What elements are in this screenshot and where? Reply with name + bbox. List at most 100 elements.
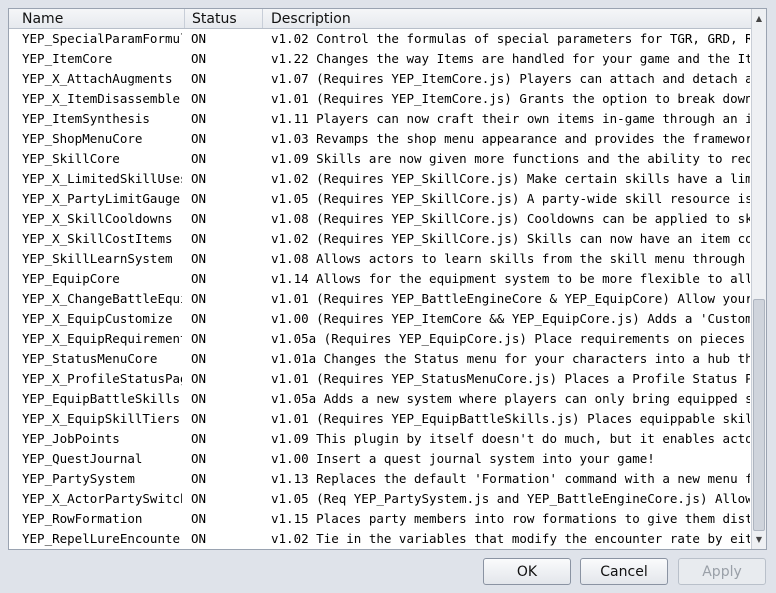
plugin-description-cell: v1.01 (Requires YEP_EquipBattleSkills.js… bbox=[271, 411, 750, 426]
plugin-status-cell: ON bbox=[191, 111, 207, 126]
plugin-status-cell: ON bbox=[191, 431, 207, 446]
plugin-description-cell: v1.08 Allows actors to learn skills from… bbox=[271, 251, 750, 266]
plugin-description-cell: v1.05a Adds a new system where players c… bbox=[271, 391, 750, 406]
plugin-name-cell: YEP_SkillCore bbox=[22, 151, 120, 166]
plugin-name-cell: YEP_X_ItemDisassemble bbox=[22, 91, 181, 106]
table-row[interactable]: YEP_SkillCore ON v1.09 Skills are now give… bbox=[9, 149, 752, 169]
table-row[interactable]: YEP_ShopMenuCore ON v1.03 Revamps the shop… bbox=[9, 129, 752, 149]
plugin-status-cell: ON bbox=[191, 531, 207, 546]
plugin-status-cell: ON bbox=[191, 91, 207, 106]
table-row[interactable]: YEP_JobPoints ON v1.09 This plugin by itse… bbox=[9, 429, 752, 449]
table-row[interactable]: YEP_PartySystem ON v1.13 Replaces the defa… bbox=[9, 469, 752, 489]
plugin-description-cell: v1.13 Replaces the default 'Formation' c… bbox=[271, 471, 750, 486]
plugin-name-cell: YEP_RepelLureEncounters bbox=[22, 531, 182, 546]
table-row[interactable]: YEP_X_EquipSkillTiers ON v1.01 (Requires Y… bbox=[9, 409, 752, 429]
table-row[interactable]: YEP_X_ActorPartySwitch ON v1.05 (Req YEP_P… bbox=[9, 489, 752, 509]
plugin-status-cell: ON bbox=[191, 211, 207, 226]
table-row[interactable]: YEP_X_SkillCostItems ON v1.02 (Requires YE… bbox=[9, 229, 752, 249]
table-row[interactable]: YEP_EquipBattleSkills ON v1.05a Adds a new… bbox=[9, 389, 752, 409]
plugin-description-cell: v1.15 Places party members into row form… bbox=[271, 511, 750, 526]
plugin-status-cell: ON bbox=[191, 231, 207, 246]
plugin-status-cell: ON bbox=[191, 511, 207, 526]
table-row[interactable]: YEP_X_ItemDisassemble ON v1.01 (Requires Y… bbox=[9, 89, 752, 109]
table-row[interactable]: YEP_X_SkillCooldowns ON v1.08 (Requires YE… bbox=[9, 209, 752, 229]
plugin-description-cell: v1.11 Players can now craft their own it… bbox=[271, 111, 750, 126]
scroll-up-arrow-icon[interactable]: ▲ bbox=[752, 11, 766, 26]
plugin-description-cell: v1.08 (Requires YEP_SkillCore.js) Cooldo… bbox=[271, 211, 750, 226]
table-row[interactable]: YEP_RowFormation ON v1.15 Places party mem… bbox=[9, 509, 752, 529]
plugin-description-cell: v1.14 Allows for the equipment system to… bbox=[271, 271, 750, 286]
table-row[interactable]: YEP_ItemCore ON v1.22 Changes the way Item… bbox=[9, 49, 752, 69]
plugin-name-cell: YEP_QuestJournal bbox=[22, 451, 143, 466]
table-row[interactable]: YEP_X_ProfileStatusPage ON v1.01 (Requires… bbox=[9, 369, 752, 389]
plugin-description-cell: v1.05a (Requires YEP_EquipCore.js) Place… bbox=[271, 331, 750, 346]
plugin-name-cell: YEP_X_AttachAugments bbox=[22, 71, 173, 86]
table-row[interactable]: YEP_X_AttachAugments ON v1.07 (Requires YE… bbox=[9, 69, 752, 89]
plugin-description-cell: v1.01 (Requires YEP_BattleEngineCore & Y… bbox=[271, 291, 750, 306]
scroll-down-arrow-icon[interactable]: ▼ bbox=[752, 532, 766, 547]
plugin-name-cell: YEP_X_SkillCostItems bbox=[22, 231, 173, 246]
plugin-name-cell: YEP_X_PartyLimitGauge bbox=[22, 191, 181, 206]
plugin-description-cell: v1.09 This plugin by itself doesn't do m… bbox=[271, 431, 750, 446]
table-row[interactable]: YEP_SkillLearnSystem ON v1.08 Allows actor… bbox=[9, 249, 752, 269]
table-row[interactable]: YEP_X_LimitedSkillUses ON v1.02 (Requires … bbox=[9, 169, 752, 189]
plugin-name-cell: YEP_X_SkillCooldowns bbox=[22, 211, 173, 226]
plugin-status-cell: ON bbox=[191, 191, 207, 206]
plugin-name-cell: YEP_ShopMenuCore bbox=[22, 131, 143, 146]
table-row[interactable]: YEP_EquipCore ON v1.14 Allows for the equi… bbox=[9, 269, 752, 289]
plugin-status-cell: ON bbox=[191, 271, 207, 286]
plugin-description-cell: v1.03 Revamps the shop menu appearance a… bbox=[271, 131, 750, 146]
plugin-name-cell: YEP_PartySystem bbox=[22, 471, 135, 486]
plugin-name-cell: YEP_ItemSynthesis bbox=[22, 111, 150, 126]
plugin-name-cell: YEP_StatusMenuCore bbox=[22, 351, 158, 366]
table-row[interactable]: YEP_SpecialParamFormula ON v1.02 Control t… bbox=[9, 29, 752, 49]
plugin-status-cell: ON bbox=[191, 51, 207, 66]
plugin-description-cell: v1.07 (Requires YEP_ItemCore.js) Players… bbox=[271, 71, 750, 86]
ok-button[interactable]: OK bbox=[483, 558, 571, 585]
plugin-description-cell: v1.02 (Requires YEP_SkillCore.js) Make c… bbox=[271, 171, 750, 186]
plugin-name-cell: YEP_X_EquipCustomize bbox=[22, 311, 173, 326]
apply-button[interactable]: Apply bbox=[678, 558, 766, 585]
table-row[interactable]: YEP_X_ChangeBattleEquip ON v1.01 (Requires… bbox=[9, 289, 752, 309]
plugin-name-cell: YEP_X_ProfileStatusPage bbox=[22, 371, 182, 386]
plugin-name-cell: YEP_RowFormation bbox=[22, 511, 143, 526]
table-row[interactable]: YEP_StatusMenuCore ON v1.01a Changes the S… bbox=[9, 349, 752, 369]
table-row[interactable]: YEP_X_EquipCustomize ON v1.00 (Requires YE… bbox=[9, 309, 752, 329]
table-row[interactable]: YEP_RepelLureEncounters ON v1.02 Tie in th… bbox=[9, 529, 752, 549]
table-body: YEP_SpecialParamFormula ON v1.02 Control t… bbox=[9, 29, 752, 549]
plugin-status-cell: ON bbox=[191, 291, 207, 306]
column-header-description[interactable]: Description bbox=[263, 9, 752, 28]
plugin-status-cell: ON bbox=[191, 331, 207, 346]
column-header-status[interactable]: Status bbox=[185, 9, 263, 28]
plugin-manager-dialog: Name Status Description YEP_SpecialParam… bbox=[0, 0, 776, 593]
plugin-name-cell: YEP_SpecialParamFormula bbox=[22, 31, 182, 46]
table-row[interactable]: YEP_X_PartyLimitGauge ON v1.05 (Requires Y… bbox=[9, 189, 752, 209]
plugin-description-cell: v1.00 Insert a quest journal system into… bbox=[271, 451, 655, 466]
plugin-description-cell: v1.05 (Req YEP_PartySystem.js and YEP_Ba… bbox=[271, 491, 750, 506]
table-row[interactable]: YEP_QuestJournal ON v1.00 Insert a quest j… bbox=[9, 449, 752, 469]
plugin-name-cell: YEP_X_LimitedSkillUses bbox=[22, 171, 182, 186]
plugin-description-cell: v1.02 (Requires YEP_SkillCore.js) Skills… bbox=[271, 231, 750, 246]
table-row[interactable]: YEP_ItemSynthesis ON v1.11 Players can now… bbox=[9, 109, 752, 129]
plugin-description-cell: v1.22 Changes the way Items are handled … bbox=[271, 51, 750, 66]
scrollbar-thumb[interactable] bbox=[753, 299, 765, 531]
plugin-description-cell: v1.02 Tie in the variables that modify t… bbox=[271, 531, 750, 546]
table-row[interactable]: YEP_X_EquipRequirements ON v1.05a (Require… bbox=[9, 329, 752, 349]
plugin-status-cell: ON bbox=[191, 451, 207, 466]
plugin-status-cell: ON bbox=[191, 131, 207, 146]
plugin-status-cell: ON bbox=[191, 151, 207, 166]
plugin-name-cell: YEP_X_EquipRequirements bbox=[22, 331, 182, 346]
plugin-status-cell: ON bbox=[191, 411, 207, 426]
cancel-button[interactable]: Cancel bbox=[580, 558, 668, 585]
plugin-description-cell: v1.05 (Requires YEP_SkillCore.js) A part… bbox=[271, 191, 750, 206]
plugin-name-cell: YEP_X_EquipSkillTiers bbox=[22, 411, 181, 426]
plugin-name-cell: YEP_ItemCore bbox=[22, 51, 113, 66]
plugin-status-cell: ON bbox=[191, 311, 207, 326]
vertical-scrollbar[interactable]: ▲ ▼ bbox=[751, 9, 766, 549]
plugin-description-cell: v1.09 Skills are now given more function… bbox=[271, 151, 750, 166]
plugin-status-cell: ON bbox=[191, 491, 207, 506]
plugin-status-cell: ON bbox=[191, 371, 207, 386]
plugin-status-cell: ON bbox=[191, 251, 207, 266]
column-header-name[interactable]: Name bbox=[9, 9, 185, 28]
plugin-description-cell: v1.00 (Requires YEP_ItemCore && YEP_Equi… bbox=[271, 311, 750, 326]
